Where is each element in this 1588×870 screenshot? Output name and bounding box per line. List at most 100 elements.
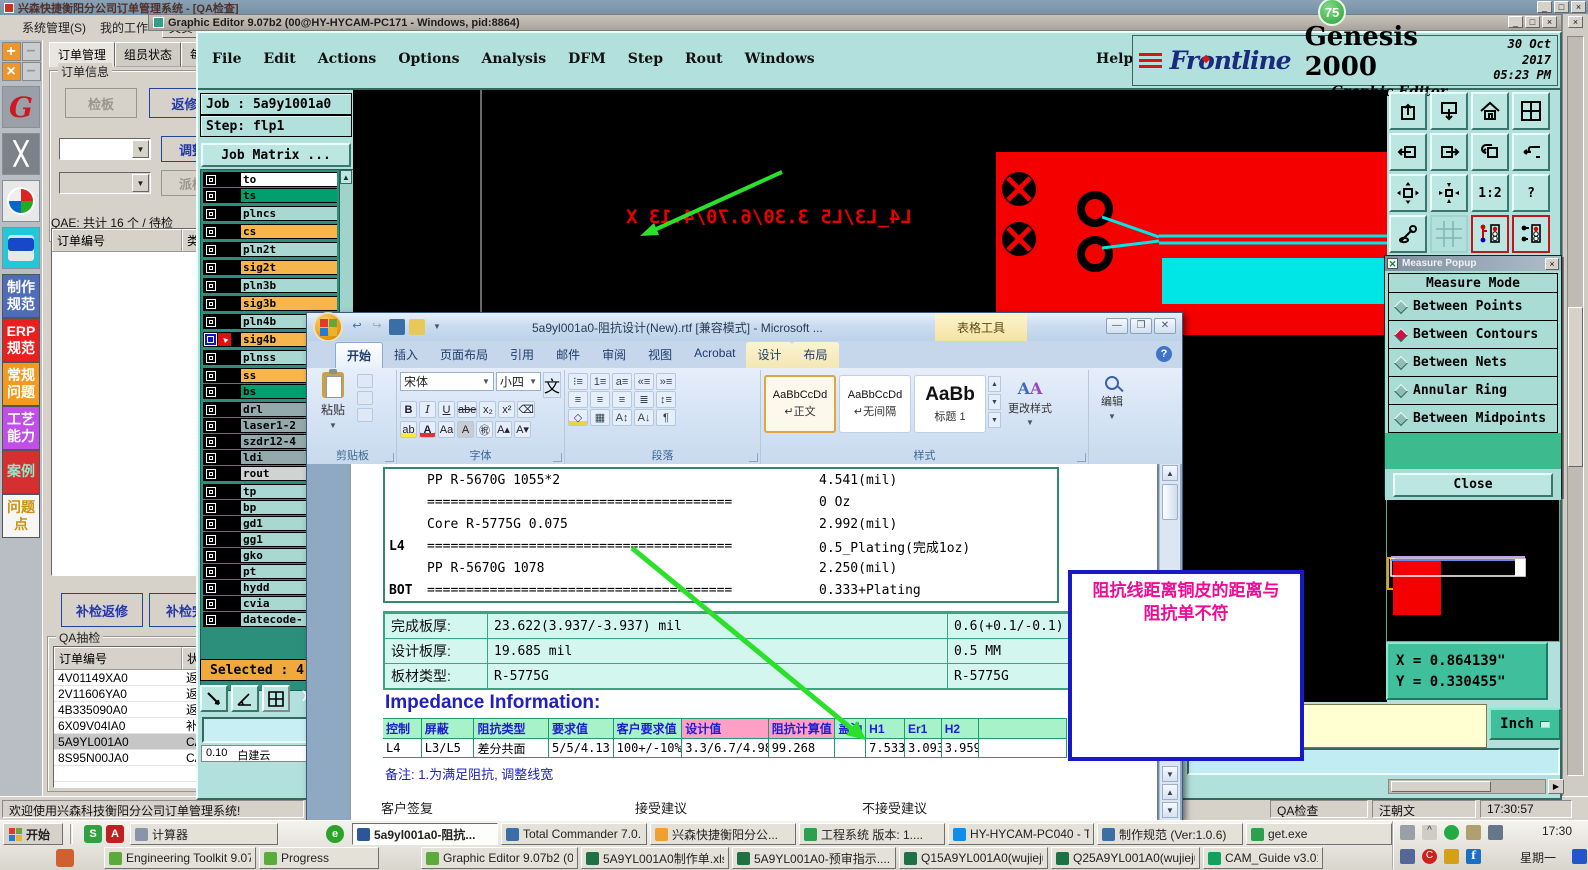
layer-visibility-checkbox[interactable] — [206, 298, 216, 309]
layer-visibility-checkbox[interactable] — [206, 550, 216, 561]
style-card[interactable]: AaBb 标题 1 — [914, 375, 986, 433]
ge-menu-help[interactable]: Help — [1096, 51, 1133, 67]
office-button[interactable] — [313, 312, 343, 342]
antivirus-icon[interactable] — [1444, 825, 1459, 840]
scale-1-2-button[interactable]: 1:2 — [1471, 174, 1509, 212]
word-scroll-up-icon[interactable]: ▲ — [1162, 465, 1178, 481]
layer-name[interactable]: ts — [241, 189, 337, 202]
ribbon-tab[interactable]: 布局 — [792, 342, 839, 368]
collapse-icon[interactable]: ^ — [1422, 825, 1437, 840]
ge-menu-item[interactable]: Step — [628, 51, 663, 67]
calculator-task-button[interactable]: 计算器 — [130, 823, 278, 845]
ge-hscroll-thumb[interactable] — [1391, 781, 1491, 792]
task-button[interactable]: 5A9YL001A0制作单.xls ... — [581, 847, 729, 869]
help-icon[interactable]: ? — [1512, 174, 1550, 212]
format-painter-icon[interactable] — [357, 408, 373, 422]
font-color-button[interactable]: A — [419, 421, 436, 438]
multiply-icon[interactable]: × — [1, 62, 21, 81]
underline-button[interactable]: U — [438, 401, 455, 418]
sort-button[interactable]: A↓ — [634, 409, 654, 426]
f-tray-icon[interactable]: f — [1466, 849, 1481, 864]
grid-toggle-icon[interactable] — [262, 685, 290, 712]
layer-name[interactable]: plncs — [241, 207, 337, 220]
measure-mode-option[interactable]: Between Points — [1388, 292, 1558, 321]
word-close-icon[interactable]: ✕ — [1154, 318, 1176, 334]
ge-menu-item[interactable]: File — [212, 51, 241, 67]
strikethrough-button[interactable]: abe — [457, 401, 478, 418]
ribbon-tab[interactable]: 邮件 — [545, 342, 591, 368]
pinwheel-icon[interactable] — [2, 180, 40, 222]
ge-menu-item[interactable]: DFM — [568, 51, 606, 67]
task-button[interactable]: 5A9YL001A0-预审指示.... — [732, 847, 896, 869]
word-scroll-thumb[interactable] — [1162, 484, 1178, 520]
task-button[interactable]: HY-HYCAM-PC040 - T... — [948, 823, 1094, 845]
italic-button[interactable]: I — [419, 401, 436, 418]
shrink-font-button[interactable]: A▾ — [514, 421, 531, 438]
sidebar-shortcut[interactable]: 问题点 — [2, 494, 40, 538]
measure-mode-option[interactable]: Annular Ring — [1388, 376, 1558, 405]
redo-icon[interactable]: ↪ — [369, 319, 385, 335]
center-view-icon[interactable] — [1430, 174, 1468, 212]
notification-badge[interactable]: 75 — [1317, 0, 1347, 26]
minus-icon[interactable]: − — [21, 42, 41, 61]
change-style-button[interactable]: AA 更改样式 ▼ — [1003, 372, 1057, 433]
task-button[interactable]: Total Commander 7.0... — [501, 823, 647, 845]
layer-visibility-checkbox[interactable] — [206, 280, 216, 291]
task-button[interactable]: Engineering Toolkit 9.07... — [104, 847, 256, 869]
shading-button[interactable]: ◇ — [568, 409, 588, 426]
font-dialog-launcher[interactable] — [553, 453, 562, 462]
editing-dropdown-icon[interactable]: ▼ — [1108, 412, 1116, 421]
os-maximize-icon[interactable]: □ — [1554, 1, 1569, 13]
users-icon[interactable] — [56, 849, 74, 867]
network-signal-icon[interactable] — [1488, 825, 1503, 840]
paragraph-dialog-launcher[interactable] — [749, 453, 758, 462]
layer-row[interactable]: to — [203, 172, 337, 187]
save-icon[interactable] — [389, 319, 405, 335]
layer-visibility-checkbox[interactable] — [206, 226, 216, 237]
layer-visibility-checkbox[interactable] — [206, 518, 216, 529]
menu-system[interactable]: 系统管理(S) — [22, 19, 86, 36]
layer-name[interactable]: cs — [241, 225, 337, 238]
layer-name[interactable]: pln2t — [241, 243, 337, 256]
sidebar-shortcut[interactable]: 常规问题 — [2, 362, 40, 406]
browser-e-icon[interactable]: e — [326, 825, 344, 843]
order-combo-2[interactable]: ▼ — [59, 172, 151, 194]
align-center-button[interactable]: ≡ — [590, 391, 610, 408]
task-button[interactable]: 5a9yl001a0-阻抗... — [352, 823, 498, 845]
grid-icon[interactable] — [1430, 215, 1468, 253]
layer-visibility-checkbox[interactable] — [206, 598, 216, 609]
task-button[interactable]: get.exe — [1246, 823, 1392, 845]
layer-visibility-checkbox[interactable] — [206, 370, 216, 381]
setup-tools-icon[interactable] — [1389, 215, 1427, 253]
asian-layout-button[interactable]: A↕ — [612, 409, 632, 426]
xy-window-icon[interactable] — [1512, 92, 1550, 130]
task-button[interactable]: Q15A9YL001A0(wujieju... — [899, 847, 1048, 869]
undo-icon[interactable]: ↩ — [349, 319, 365, 335]
child-close-icon[interactable]: × — [1568, 16, 1583, 28]
units-button[interactable]: Inch — [1489, 708, 1561, 740]
word-prev-page-icon[interactable]: ▲ — [1162, 784, 1178, 800]
word-scroll-down-icon[interactable]: ▼ — [1162, 766, 1178, 782]
clipboard-tray-icon[interactable] — [1466, 825, 1481, 840]
layer-visibility-checkbox[interactable] — [206, 262, 216, 273]
job-matrix-button[interactable]: Job Matrix ... — [201, 143, 351, 167]
paste-button[interactable]: 粘贴 ▼ — [312, 369, 354, 430]
ge-menu-item[interactable]: Windows — [745, 51, 815, 67]
style-card[interactable]: AaBbCcDd ↵无间隔 — [839, 375, 911, 433]
layer-visibility-checkbox[interactable] — [206, 534, 216, 545]
layer-row[interactable]: plncs — [203, 206, 337, 221]
bold-button[interactable]: B — [400, 401, 417, 418]
layer-row[interactable]: pln3b — [203, 278, 337, 293]
grow-font-button[interactable]: A▴ — [495, 421, 512, 438]
layer-name[interactable]: pln3b — [241, 279, 337, 292]
sidebar-shortcut[interactable]: 案例 — [2, 450, 40, 494]
task-button[interactable]: Graphic Editor 9.07b2 (0... — [421, 847, 578, 869]
menu-mywork[interactable]: 我的工作 — [100, 19, 148, 36]
ge-maximize-icon[interactable]: □ — [1525, 16, 1540, 28]
angle-measure-icon[interactable] — [231, 685, 259, 712]
change-case-button[interactable]: Aa — [438, 421, 455, 438]
numbering-button[interactable]: 1≡ — [590, 373, 610, 390]
layer-visibility-checkbox[interactable] — [206, 420, 216, 431]
layer-visibility-checkbox[interactable] — [206, 502, 216, 513]
show-marks-button[interactable]: ¶ — [656, 409, 676, 426]
